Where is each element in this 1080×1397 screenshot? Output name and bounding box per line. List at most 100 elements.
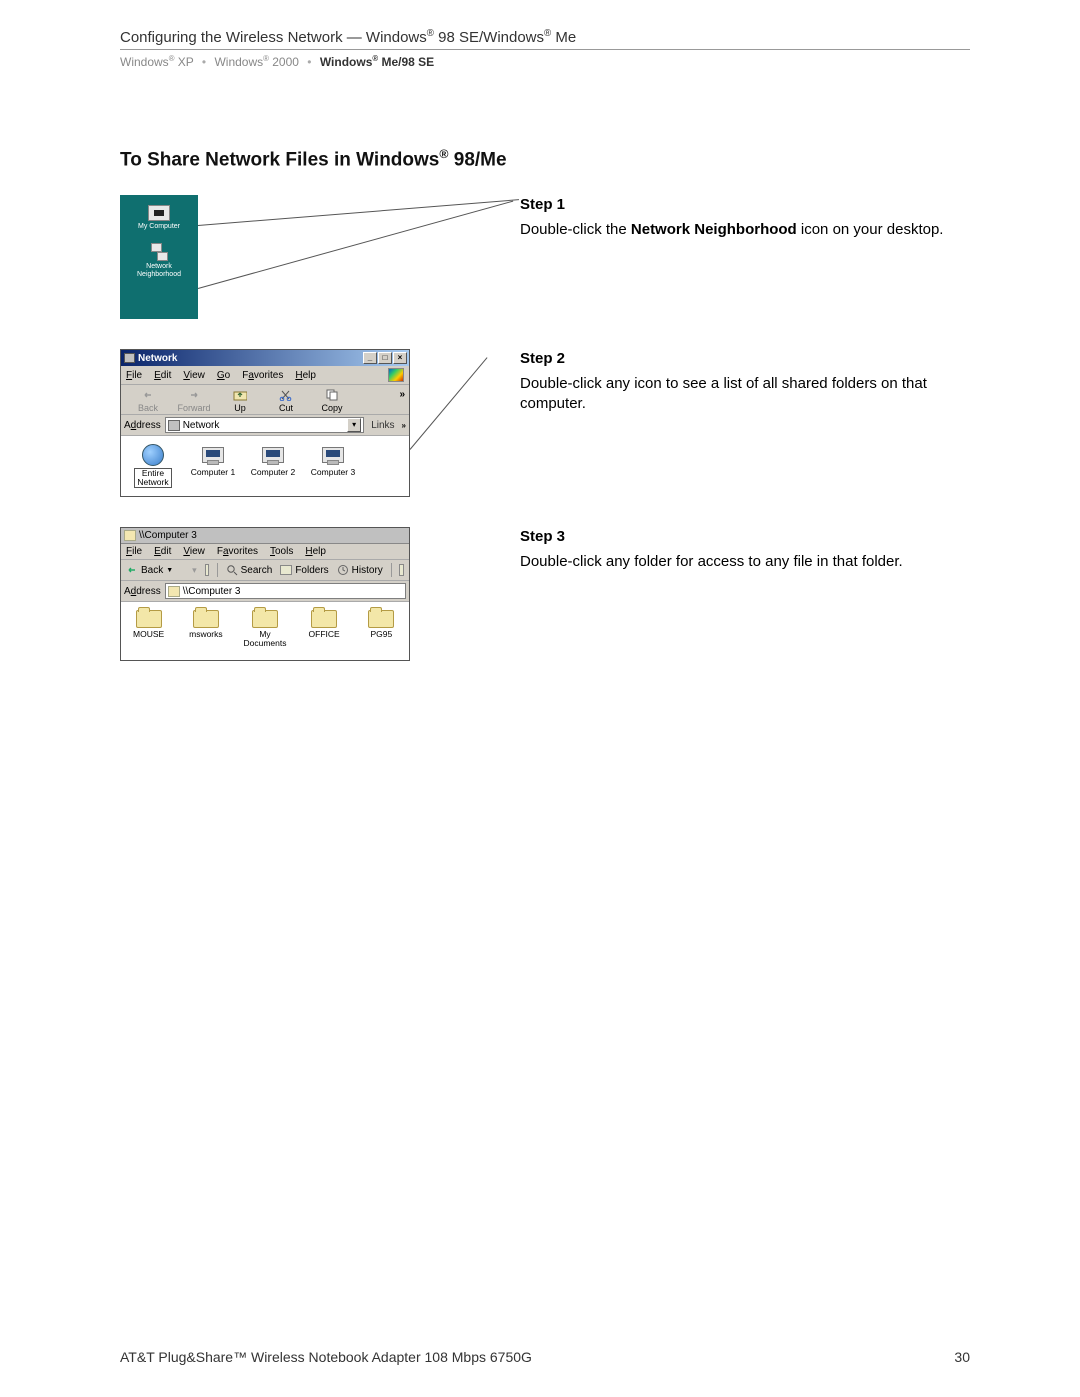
copy-button[interactable]: Copy: [309, 387, 355, 413]
links-label[interactable]: Links: [368, 420, 397, 431]
folder-label: PG95: [371, 630, 393, 639]
back-button[interactable]: Back ▼: [126, 565, 173, 576]
menu-file[interactable]: File: [126, 370, 142, 381]
address-bar: Address Network ▾ Links »: [121, 415, 409, 436]
folders-button[interactable]: Folders: [280, 565, 328, 576]
breadcrumb: Windows® XP • Windows® 2000 • Windows® M…: [120, 54, 970, 69]
extra-button-icon[interactable]: [399, 564, 404, 576]
computer-2-icon[interactable]: Computer 2: [247, 444, 299, 477]
search-icon: [226, 564, 238, 576]
menu-favorites[interactable]: Favorites: [217, 546, 258, 557]
address-label: Address: [124, 586, 161, 597]
arrow-left-icon: [126, 565, 138, 575]
forward-button[interactable]: Forward: [171, 387, 217, 413]
close-button[interactable]: ×: [393, 352, 407, 364]
history-icon: [337, 564, 349, 576]
computer-3-icon[interactable]: Computer 3: [307, 444, 359, 477]
step-1-text: Double-click the Network Neighborhood ic…: [520, 220, 970, 240]
dropdown-button[interactable]: ▾: [347, 418, 361, 432]
icon-label: My Computer: [138, 223, 180, 231]
back-button[interactable]: Back: [125, 387, 171, 413]
icon-label: NetworkNeighborhood: [137, 263, 181, 278]
folder-my-documents[interactable]: MyDocuments: [244, 610, 287, 654]
network-icon: [148, 243, 170, 261]
menu-view[interactable]: View: [183, 370, 205, 381]
computer-1-icon[interactable]: Computer 1: [187, 444, 239, 477]
folder-up-icon: [232, 388, 248, 402]
leader-line: [410, 358, 488, 451]
header-text-a: Configuring the Wireless Network — Windo…: [120, 29, 427, 46]
address-value: Network: [183, 420, 220, 431]
folder-pg95[interactable]: PG95: [362, 610, 401, 654]
toolbar-chevron[interactable]: »: [399, 389, 405, 400]
folder-label: OFFICE: [309, 630, 340, 639]
window-titlebar[interactable]: \\Computer 3: [121, 528, 409, 544]
menu-help[interactable]: Help: [305, 546, 326, 557]
folder-up-icon[interactable]: [205, 564, 210, 576]
address-label: Address: [124, 420, 161, 431]
icon-label: Computer 2: [251, 468, 295, 477]
folder-office[interactable]: OFFICE: [305, 610, 344, 654]
address-field[interactable]: Network ▾: [165, 417, 365, 433]
page-header-title: Configuring the Wireless Network — Windo…: [120, 28, 970, 50]
search-button[interactable]: Search: [226, 564, 273, 576]
folder-icon: [311, 610, 337, 628]
network-icon: [168, 420, 180, 431]
screenshot-computer3-window: \\Computer 3 File Edit View Favorites To…: [120, 527, 410, 661]
folder-label: msworks: [189, 630, 223, 639]
desktop-icon-my-computer[interactable]: My Computer: [138, 205, 180, 231]
menu-tools[interactable]: Tools: [270, 546, 293, 557]
menu-edit[interactable]: Edit: [154, 370, 171, 381]
arrow-right-icon[interactable]: [181, 565, 184, 575]
entire-network-icon[interactable]: EntireNetwork: [127, 444, 179, 488]
menu-edit[interactable]: Edit: [154, 546, 171, 557]
breadcrumb-item-2000: Windows® 2000: [214, 55, 298, 69]
address-field[interactable]: \\Computer 3: [165, 583, 406, 599]
monitor-icon: [148, 205, 170, 221]
arrow-right-icon: [186, 388, 202, 402]
app-icon: [124, 353, 135, 363]
menu-go[interactable]: Go: [217, 370, 230, 381]
page-footer: AT&T Plug&Share™ Wireless Notebook Adapt…: [120, 1349, 970, 1365]
folder-icon: [252, 610, 278, 628]
step-2-text: Double-click any icon to see a list of a…: [520, 374, 970, 415]
breadcrumb-sep: •: [202, 55, 206, 69]
menu-file[interactable]: File: [126, 546, 142, 557]
breadcrumb-item-current: Windows® Me/98 SE: [320, 55, 434, 69]
screenshot-desktop: My Computer NetworkNeighborhood: [120, 195, 198, 319]
folder-msworks[interactable]: msworks: [186, 610, 225, 654]
folder-icon: [168, 586, 180, 597]
desktop-icon-network-neighborhood[interactable]: NetworkNeighborhood: [137, 243, 181, 278]
maximize-button[interactable]: □: [378, 352, 392, 364]
icon-label: EntireNetwork: [134, 468, 171, 488]
history-button[interactable]: History: [337, 564, 383, 576]
step-3-label: Step 3: [520, 527, 970, 547]
breadcrumb-sep: •: [307, 55, 311, 69]
page-number: 30: [954, 1349, 970, 1365]
brand-logo-icon: [388, 368, 404, 382]
menu-bar: File Edit View Go Favorites Help: [121, 366, 409, 385]
menu-help[interactable]: Help: [295, 370, 316, 381]
folder-view: MOUSE msworks MyDocuments OFFICE PG95: [121, 602, 409, 660]
monitor-icon: [202, 447, 224, 463]
breadcrumb-item-xp: Windows® XP: [120, 55, 194, 69]
folder-label: MyDocuments: [244, 630, 287, 648]
scissors-icon: [278, 388, 294, 402]
step-1-label: Step 1: [520, 195, 970, 215]
menu-favorites[interactable]: Favorites: [242, 370, 283, 381]
folder-mouse[interactable]: MOUSE: [129, 610, 168, 654]
header-text-b: 98 SE/Windows: [434, 29, 544, 46]
cut-button[interactable]: Cut: [263, 387, 309, 413]
folder-icon: [193, 610, 219, 628]
monitor-icon: [322, 447, 344, 463]
folder-icon: [280, 565, 292, 575]
icon-label: Computer 1: [191, 468, 235, 477]
minimize-button[interactable]: _: [363, 352, 377, 364]
links-chevron[interactable]: »: [402, 421, 406, 430]
window-titlebar[interactable]: Network _ □ ×: [121, 350, 409, 366]
menu-view[interactable]: View: [183, 546, 205, 557]
icon-label: Computer 3: [311, 468, 355, 477]
up-button[interactable]: Up: [217, 387, 263, 413]
globe-icon: [142, 444, 164, 466]
toolbar: Back Forward Up Cut: [121, 385, 409, 415]
